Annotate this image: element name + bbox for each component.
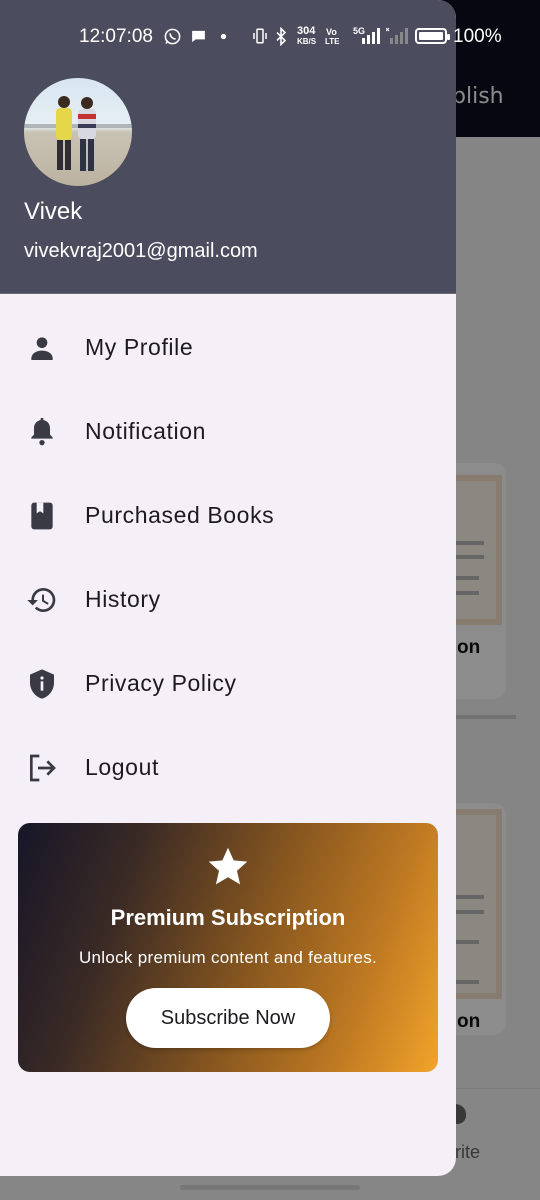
menu-item-label: Privacy Policy <box>85 670 237 696</box>
bell-icon <box>31 418 53 446</box>
signal-icon <box>362 28 380 44</box>
subscribe-now-button[interactable]: Subscribe Now <box>126 988 330 1048</box>
menu-item-notification[interactable]: Notification <box>0 390 456 474</box>
star-icon <box>208 847 248 885</box>
status-bar: 12:07:08 304 KB/S Vo LTE 5G 100% <box>0 24 540 50</box>
whatsapp-icon <box>164 28 181 45</box>
home-indicator[interactable] <box>180 1185 360 1190</box>
menu-item-purchased-books[interactable]: Purchased Books <box>0 474 456 558</box>
net-speed-value: 304 <box>297 25 316 37</box>
battery-percent: 100% <box>453 26 502 47</box>
menu-item-label: My Profile <box>85 334 194 360</box>
menu-item-label: History <box>85 586 161 612</box>
volte-top: Vo <box>326 27 337 37</box>
volte-bottom: LTE <box>325 37 340 46</box>
menu-item-label: Purchased Books <box>85 502 275 528</box>
menu-item-privacy-policy[interactable]: Privacy Policy <box>0 642 456 726</box>
menu-item-logout[interactable]: Logout <box>0 726 456 810</box>
menu-item-my-profile[interactable]: My Profile <box>0 306 456 390</box>
premium-card: Premium Subscription Unlock premium cont… <box>18 823 438 1072</box>
status-time: 12:07:08 <box>79 26 153 47</box>
signal-weak-icon <box>386 28 408 44</box>
vibrate-icon <box>253 28 267 44</box>
user-name: Vivek <box>24 198 83 225</box>
shield-info-icon <box>30 669 54 699</box>
premium-title: Premium Subscription <box>110 905 346 930</box>
battery-icon <box>415 28 450 44</box>
menu-item-label: Logout <box>85 754 159 780</box>
history-icon <box>27 588 56 612</box>
book-icon <box>31 502 53 530</box>
premium-description: Unlock premium content and features. <box>78 948 378 967</box>
chat-bubble-icon <box>192 30 205 43</box>
net-speed-unit: KB/S <box>297 37 317 46</box>
dot-icon <box>220 33 227 40</box>
menu-item-history[interactable]: History <box>0 558 456 642</box>
avatar[interactable] <box>24 78 132 186</box>
navigation-drawer: Vivek vivekvraj2001@gmail.com My Profile… <box>0 0 456 1176</box>
person-icon <box>31 337 53 360</box>
bluetooth-icon <box>276 27 287 46</box>
user-email: vivekvraj2001@gmail.com <box>24 240 258 262</box>
logout-icon <box>30 754 56 782</box>
menu-item-label: Notification <box>85 418 206 444</box>
